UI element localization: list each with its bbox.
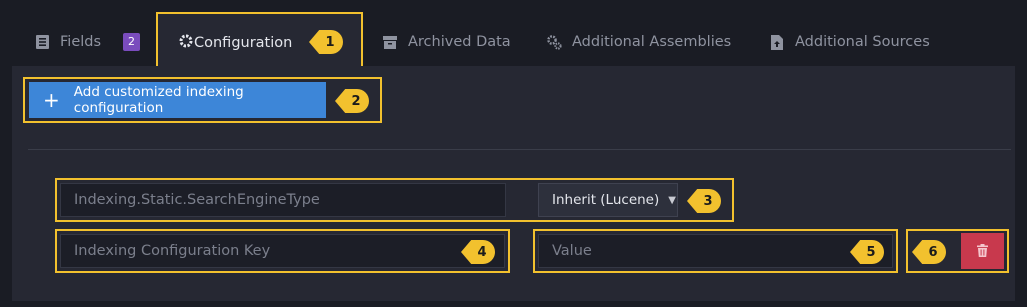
list-icon: [34, 34, 50, 50]
add-config-label: Add customized indexing configuration: [73, 84, 244, 116]
archive-icon: [382, 34, 398, 50]
tab-additional-assemblies-label: Additional Assemblies: [572, 34, 732, 50]
fields-count-badge: 2: [123, 33, 141, 51]
tab-additional-sources-label: Additional Sources: [795, 34, 930, 50]
tab-fields[interactable]: Fields 2: [34, 20, 141, 64]
gear-icon: [178, 33, 194, 53]
search-engine-select-value: Inherit (Lucene): [552, 192, 660, 208]
tab-additional-assemblies[interactable]: Additional Assemblies: [546, 20, 731, 64]
config-key-field[interactable]: Indexing.Static.SearchEngineType: [60, 183, 506, 217]
file-upload-icon: [769, 34, 785, 50]
search-engine-select[interactable]: Inherit (Lucene) ▼: [538, 183, 678, 217]
config-key-input[interactable]: Indexing Configuration Key: [60, 234, 505, 268]
delete-button[interactable]: [961, 233, 1004, 269]
tab-configuration-label: Configuration: [194, 35, 293, 51]
divider: [28, 149, 1011, 150]
gears-icon: [546, 34, 562, 50]
caret-down-icon: ▼: [668, 194, 676, 206]
tab-fields-label: Fields: [60, 34, 102, 50]
tab-additional-sources[interactable]: Additional Sources: [769, 20, 930, 64]
config-value-input[interactable]: Value: [538, 234, 893, 268]
tab-archived-data-label: Archived Data: [408, 34, 511, 50]
add-config-button[interactable]: + Add customized indexing configuration: [29, 82, 326, 118]
tab-archived-data[interactable]: Archived Data: [382, 20, 511, 64]
tab-bar: Fields 2 Configuration 1 Archived Data A…: [0, 0, 1027, 68]
trash-icon: [977, 242, 988, 261]
plus-icon: +: [43, 88, 60, 112]
